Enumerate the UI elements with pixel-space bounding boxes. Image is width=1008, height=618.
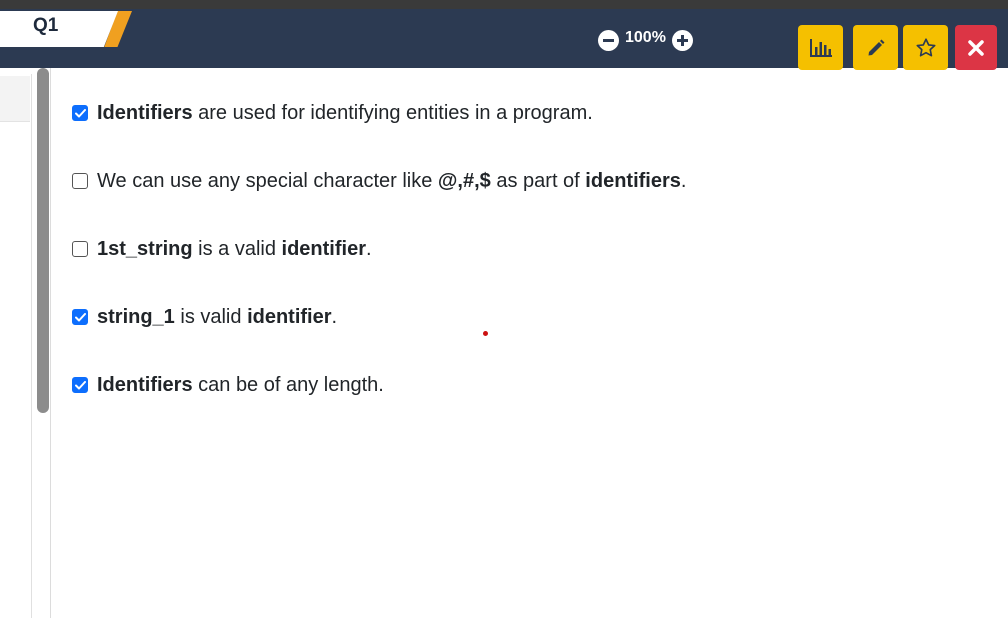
- edit-button[interactable]: [853, 25, 898, 70]
- answer-option[interactable]: Identifiers can be of any length.: [72, 368, 772, 402]
- option-text: are used for identifying entities in a p…: [192, 101, 593, 124]
- minus-circle-icon[interactable]: [598, 29, 619, 51]
- bold-term: identifier: [281, 237, 366, 260]
- option-text: We can use any special character like: [97, 169, 438, 192]
- checkbox-checked[interactable]: [72, 105, 88, 121]
- favorite-button[interactable]: [903, 25, 948, 70]
- left-panel: [0, 74, 32, 618]
- star-icon: [915, 37, 936, 57]
- cursor-dot: [483, 331, 488, 336]
- checkbox-checked[interactable]: [72, 309, 88, 325]
- option-text: is a valid: [192, 237, 282, 260]
- answer-option[interactable]: Identifiers are used for identifying ent…: [72, 96, 772, 130]
- pencil-icon: [868, 39, 884, 55]
- close-button[interactable]: [955, 25, 997, 70]
- bold-term: Identifiers: [97, 373, 193, 396]
- option-text: .: [680, 169, 687, 192]
- question-tab[interactable]: [0, 11, 118, 47]
- answer-option-label: 1st_string is a valid identifier.: [97, 238, 372, 261]
- bar-chart-icon: [809, 38, 832, 57]
- option-text: .: [365, 237, 372, 260]
- answer-option-label: We can use any special character like @,…: [97, 170, 686, 193]
- option-text: as part of: [490, 169, 586, 192]
- bold-term: 1st_string: [97, 237, 193, 260]
- bold-term: string_1: [97, 305, 175, 328]
- question-tab-label: Q1: [33, 15, 59, 36]
- checkbox-unchecked[interactable]: [72, 173, 88, 189]
- answer-option[interactable]: string_1 is valid identifier.: [72, 300, 772, 334]
- checkbox-checked[interactable]: [72, 377, 88, 393]
- bold-term: Identifiers: [97, 101, 193, 124]
- answer-option[interactable]: We can use any special character like @,…: [72, 164, 772, 198]
- zoom-level: 100%: [625, 29, 666, 46]
- question-header: Q1 100%: [0, 9, 1008, 70]
- answer-option-label: string_1 is valid identifier.: [97, 306, 337, 329]
- plus-circle-icon[interactable]: [671, 29, 693, 51]
- bold-term: identifier: [247, 305, 332, 328]
- window-top-strip: [0, 0, 1008, 9]
- option-text: can be of any length.: [192, 373, 384, 396]
- left-panel-item[interactable]: [0, 76, 30, 122]
- bold-term: @,#,$: [437, 169, 491, 192]
- bold-term: identifiers: [585, 169, 681, 192]
- option-text: is valid: [174, 305, 248, 328]
- zoom-control: 100%: [598, 28, 693, 52]
- answer-option-label: Identifiers can be of any length.: [97, 374, 384, 397]
- checkbox-unchecked[interactable]: [72, 241, 88, 257]
- close-icon: [968, 39, 984, 56]
- stats-button[interactable]: [798, 25, 843, 70]
- scrollbar-thumb[interactable]: [37, 68, 49, 413]
- option-text: .: [331, 305, 338, 328]
- answer-option-label: Identifiers are used for identifying ent…: [97, 102, 593, 125]
- answer-option[interactable]: 1st_string is a valid identifier.: [72, 232, 772, 266]
